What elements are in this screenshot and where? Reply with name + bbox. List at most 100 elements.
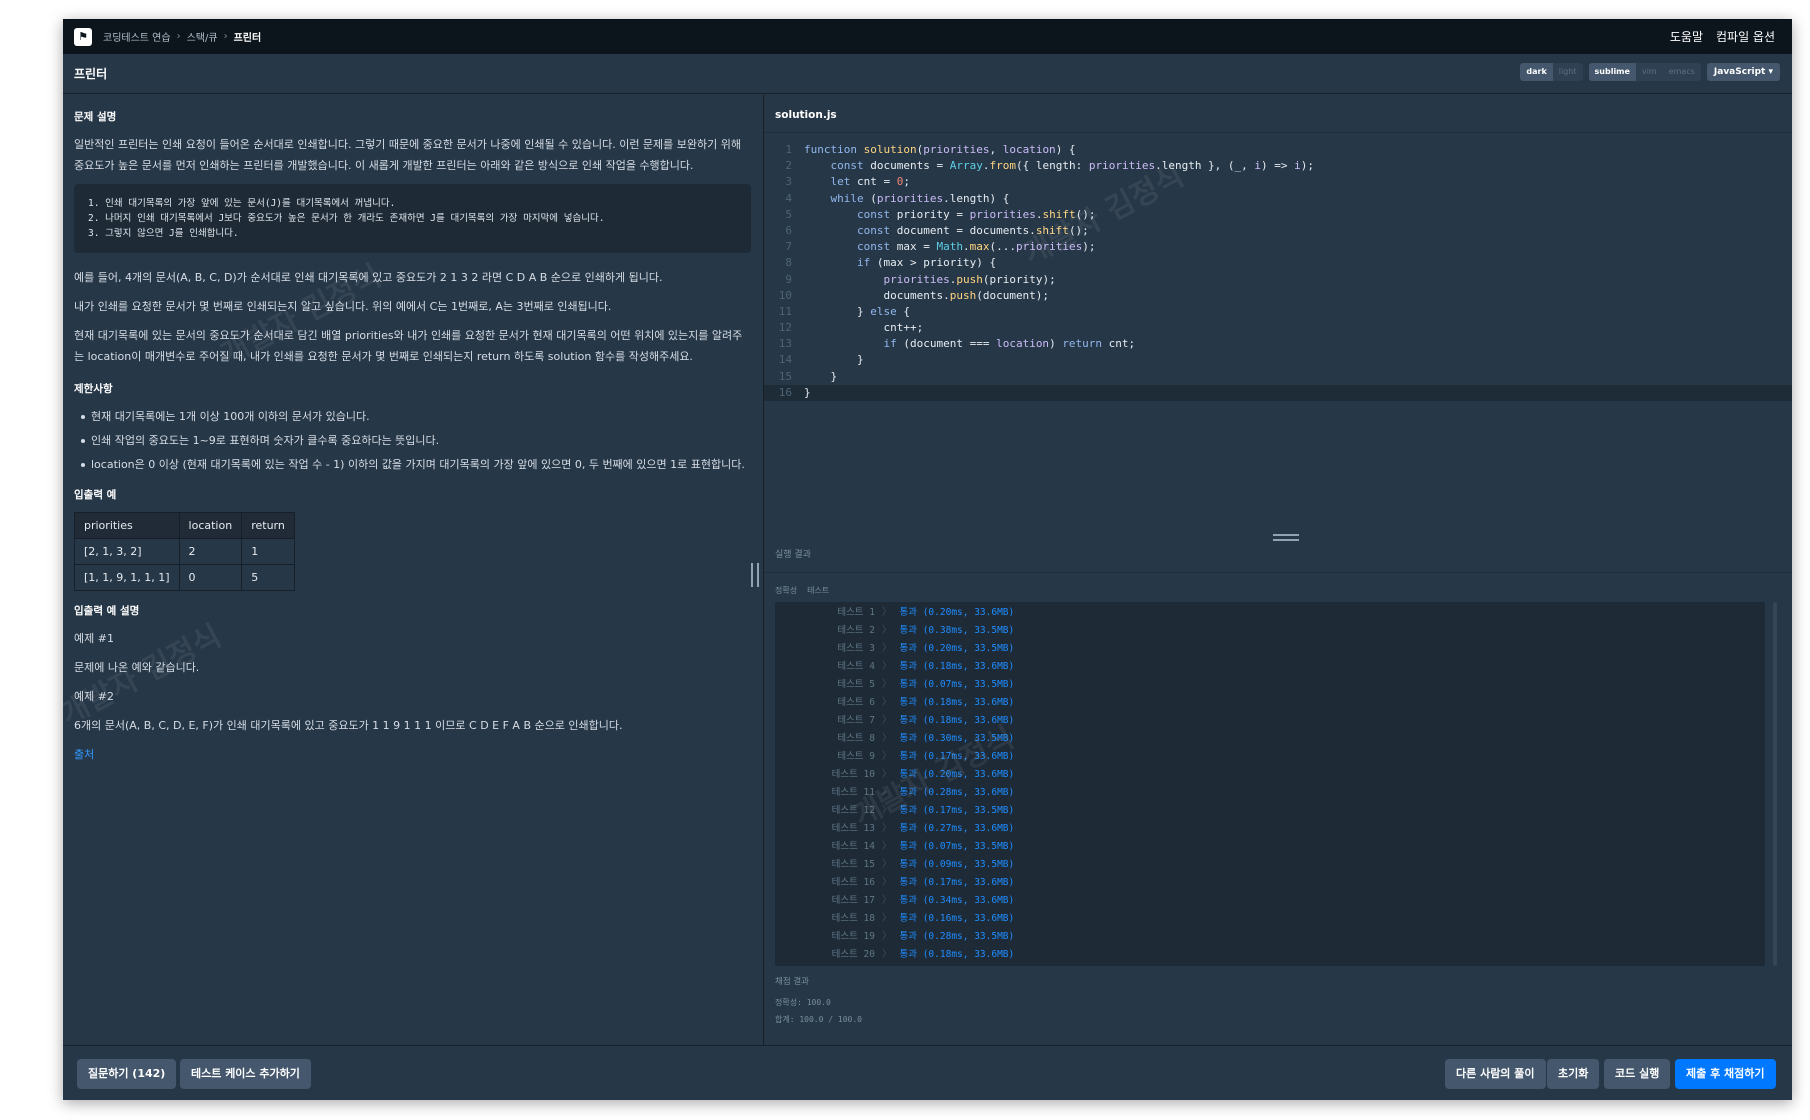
line-number: 9 xyxy=(785,272,792,286)
reset-button[interactable]: 초기화 xyxy=(1547,1059,1600,1089)
run-code-button[interactable]: 코드 실행 xyxy=(1604,1059,1671,1089)
table-cell: 0 xyxy=(178,564,243,591)
test-result: 통과 (0.28ms, 33.5MB) xyxy=(899,931,1015,942)
test-result: 통과 (0.07ms, 33.5MB) xyxy=(899,841,1015,852)
separator-icon: 〉 xyxy=(882,859,892,870)
io-desc-heading: 입출력 예 설명 xyxy=(74,605,140,617)
test-result-row: 테스트 5 〉 통과 (0.07ms, 33.5MB) xyxy=(775,676,1765,694)
tab-accuracy[interactable]: 정확성 xyxy=(775,585,797,596)
vertical-resize-handle[interactable] xyxy=(751,563,759,587)
separator-icon: 〉 xyxy=(882,787,892,798)
problem-question-text: 내가 인쇄를 요청한 문서가 몇 번째로 인쇄되는지 알고 싶습니다. 위의 예… xyxy=(74,300,612,313)
separator-icon: 〉 xyxy=(882,913,892,924)
keymap-sublime-button[interactable]: sublime xyxy=(1588,63,1636,81)
results-scrollbar[interactable] xyxy=(1773,602,1777,966)
code-line[interactable]: 9 priorities.push(priority); xyxy=(764,272,1792,288)
test-result: 통과 (0.09ms, 33.5MB) xyxy=(899,859,1015,870)
table-header-row: priorities location return xyxy=(74,512,295,539)
code-line[interactable]: 7 const max = Math.max(...priorities); xyxy=(764,239,1792,255)
code-text: const max = Math.max(...priorities); xyxy=(856,240,1096,254)
test-result: 통과 (0.17ms, 33.6MB) xyxy=(899,877,1015,888)
line-number: 3 xyxy=(785,175,792,189)
table-cell: 2 xyxy=(178,538,243,565)
add-testcase-button[interactable]: 테스트 케이스 추가하기 xyxy=(180,1059,311,1089)
table-row: [2, 1, 3, 2] 2 1 xyxy=(74,538,295,565)
code-line[interactable]: 14 } xyxy=(764,352,1792,368)
separator-icon: 〉 xyxy=(882,751,892,762)
code-line[interactable]: 11 } else { xyxy=(764,304,1792,320)
line-number: 14 xyxy=(778,353,792,367)
horizontal-resize-handle[interactable] xyxy=(1273,534,1299,541)
test-result: 통과 (0.38ms, 33.5MB) xyxy=(899,625,1015,636)
code-line[interactable]: 16} xyxy=(764,384,1792,401)
code-text: cnt++; xyxy=(804,321,924,335)
constraint-item: 인쇄 작업의 중요도는 1~9로 표현하며 숫자가 클수록 중요하다는 뜻입니다… xyxy=(74,430,751,451)
divider xyxy=(764,132,1792,133)
tab-test[interactable]: 테스트 xyxy=(807,585,829,596)
separator-icon: 〉 xyxy=(882,733,892,744)
theme-toggle: dark light xyxy=(1520,63,1583,81)
code-line[interactable]: 6 const document = documents.shift(); xyxy=(764,223,1792,239)
procedure-step: 2. 나머지 인쇄 대기목록에서 J보다 중요도가 높은 문서가 한 개라도 존… xyxy=(88,213,605,224)
code-line[interactable]: 8 if (max > priority) { xyxy=(764,255,1792,271)
table-cell: 1 xyxy=(241,538,295,565)
theme-dark-button[interactable]: dark xyxy=(1520,63,1553,81)
test-name: 테스트 1 xyxy=(837,607,875,618)
code-text: const document = documents.shift(); xyxy=(856,223,1089,237)
separator-icon: 〉 xyxy=(882,895,892,906)
line-number: 5 xyxy=(785,207,792,221)
code-line[interactable]: 2 const documents = Array.from({ length:… xyxy=(764,158,1792,174)
breadcrumb-item-practice[interactable]: 코딩테스트 연습 xyxy=(103,29,171,44)
code-text: } xyxy=(804,369,838,383)
separator-icon: 〉 xyxy=(882,877,892,888)
code-text: } xyxy=(804,385,811,399)
submit-button[interactable]: 제출 후 채점하기 xyxy=(1675,1059,1776,1089)
problem-task-text: 현재 대기목록에 있는 문서의 중요도가 순서대로 담긴 배열 prioriti… xyxy=(74,329,743,363)
logo-icon[interactable]: ⚑ xyxy=(74,27,92,46)
breadcrumb-item-category[interactable]: 스택/큐 xyxy=(187,29,218,44)
line-number: 7 xyxy=(785,240,792,254)
separator-icon: 〉 xyxy=(882,625,892,636)
grading-heading: 채점 결과 xyxy=(775,977,809,987)
test-name: 테스트 7 xyxy=(837,715,875,726)
test-result-row: 테스트 19 〉 통과 (0.28ms, 33.5MB) xyxy=(775,928,1765,946)
code-text: } else { xyxy=(804,304,910,318)
code-editor[interactable]: solution.js 1 function solution(prioritie… xyxy=(764,95,1792,533)
code-line[interactable]: 5 const priority = priorities.shift(); xyxy=(764,207,1792,223)
test-name: 테스트 14 xyxy=(831,841,875,852)
test-result: 통과 (0.34ms, 33.6MB) xyxy=(899,895,1015,906)
test-result-row: 테스트 14 〉 통과 (0.07ms, 33.5MB) xyxy=(775,838,1765,856)
results-panel: 실행 결과 정확성 테스트 테스트 1 〉 통과 (0.20ms, 33.6MB) 테… xyxy=(764,547,1792,1045)
keymap-vim-button[interactable]: vim xyxy=(1635,63,1663,81)
test-name: 테스트 20 xyxy=(831,949,875,960)
io-heading: 입출력 예 xyxy=(74,489,117,501)
code-text: while (priorities.length) { xyxy=(830,191,1010,205)
test-name: 테스트 19 xyxy=(831,931,875,942)
test-result-row: 테스트 11 〉 통과 (0.28ms, 33.6MB) xyxy=(775,784,1765,802)
code-line[interactable]: 12 cnt++; xyxy=(764,320,1792,336)
line-number: 13 xyxy=(778,337,792,351)
source-link[interactable]: 출처 xyxy=(74,744,751,765)
theme-light-button[interactable]: light xyxy=(1552,63,1583,81)
language-select[interactable]: JavaScript ▾ xyxy=(1706,63,1780,81)
code-text: documents.push(document); xyxy=(804,288,1050,302)
test-result: 통과 (0.18ms, 33.6MB) xyxy=(899,697,1015,708)
code-line[interactable]: 15 } xyxy=(764,369,1792,385)
others-solutions-button[interactable]: 다른 사람의 풀이 xyxy=(1445,1059,1546,1089)
code-line[interactable]: 1 function solution(priorities, location)… xyxy=(764,142,1792,158)
table-cell: 5 xyxy=(241,564,295,591)
help-link[interactable]: 도움말 xyxy=(1670,28,1703,45)
line-number: 1 xyxy=(785,143,792,156)
compile-options-link[interactable]: 컴파일 옵션 xyxy=(1716,28,1775,45)
constraint-item: 현재 대기목록에는 1개 이상 100개 이하의 문서가 있습니다. xyxy=(74,406,751,427)
keymap-emacs-button[interactable]: emacs xyxy=(1662,63,1701,81)
code-line[interactable]: 4 while (priorities.length) { xyxy=(764,191,1792,207)
code-line[interactable]: 10 documents.push(document); xyxy=(764,288,1792,304)
code-line[interactable]: 3 let cnt = 0; xyxy=(764,174,1792,190)
code-line[interactable]: 13 if (document === location) return cnt… xyxy=(764,336,1792,352)
code-area[interactable]: 1 function solution(priorities, location)… xyxy=(764,142,1792,401)
test-result-row: 테스트 6 〉 통과 (0.18ms, 33.6MB) xyxy=(775,694,1765,712)
test-name: 테스트 16 xyxy=(831,877,875,888)
problem-example-text: 예를 들어, 4개의 문서(A, B, C, D)가 순서대로 인쇄 대기목록에… xyxy=(74,271,663,284)
ask-question-button[interactable]: 질문하기 (142) xyxy=(77,1059,177,1089)
